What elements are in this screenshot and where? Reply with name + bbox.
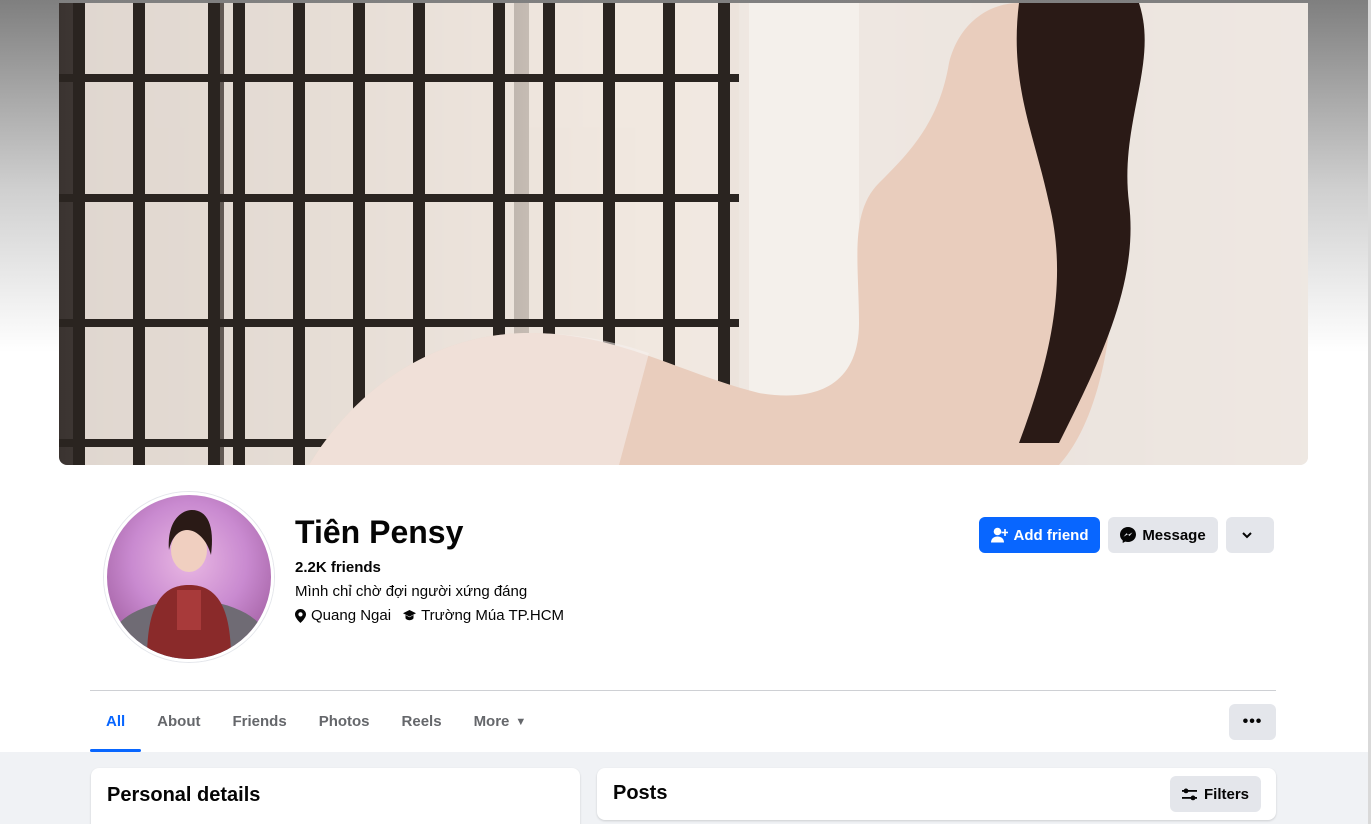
caret-down-icon: ▼ [515,715,527,728]
messenger-icon [1120,527,1137,543]
tab-friends[interactable]: Friends [217,691,303,752]
filters-label: Filters [1203,785,1249,803]
tab-friends-label: Friends [232,713,287,730]
location-text: Quang Ngai [311,607,392,624]
message-label: Message [1142,526,1206,544]
cover-photo[interactable] [59,3,1308,465]
tab-photos-label: Photos [318,713,370,730]
tab-all-label: All [106,713,126,730]
profile-avatar[interactable] [104,492,274,662]
filters-button[interactable]: Filters [1170,776,1261,812]
posts-card: Posts Filters [597,768,1276,820]
graduation-cap-icon [403,610,417,621]
profile-name: Tiên Pensy [295,514,464,550]
personal-details-card: Personal details [91,768,580,824]
tab-photos[interactable]: Photos [303,691,386,752]
add-friend-label: Add friend [1013,526,1089,544]
sliders-icon [1181,788,1197,800]
ellipsis-icon[interactable]: ••• [1229,704,1276,740]
education-item: Trường Múa TP.HCM [403,607,564,624]
tab-about[interactable]: About [141,691,216,752]
tab-reels[interactable]: Reels [386,691,458,752]
profile-tabs: All About Friends Photos Reels More ▼ [90,691,542,752]
profile-bio: Mình chỉ chờ đợi người xứng đáng [295,583,528,600]
profile-options-dropdown[interactable] [1226,517,1274,553]
tab-about-label: About [157,713,201,730]
profile-meta: Quang Ngai Trường Múa TP.HCM [295,607,576,624]
friends-count[interactable]: 2.2K friends [295,559,381,576]
location-pin-icon [295,608,306,623]
posts-title: Posts [613,782,668,804]
personal-details-title: Personal details [107,784,261,806]
tab-all[interactable]: All [90,691,142,752]
chevron-down-icon [1242,531,1252,538]
location-item: Quang Ngai [295,607,391,624]
tab-more-label: More [473,713,510,730]
add-friend-button[interactable]: Add friend [979,517,1100,553]
message-button[interactable]: Message [1108,517,1218,553]
add-person-icon [990,527,1008,543]
education-text: Trường Múa TP.HCM [421,607,565,624]
tab-more[interactable]: More ▼ [458,691,543,752]
tab-reels-label: Reels [401,713,442,730]
